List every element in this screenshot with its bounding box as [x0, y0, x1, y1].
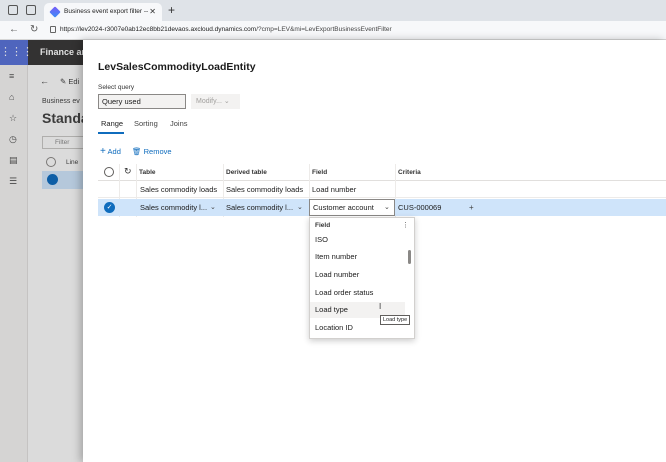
scrollbar[interactable] [408, 250, 411, 264]
tab-title: Business event export filter -- Fin [64, 8, 148, 15]
browser-tabbar: Business event export filter -- Fin ✕ + [0, 0, 666, 21]
browser-tab[interactable]: Business event export filter -- Fin ✕ [44, 3, 162, 21]
add-label: Add [107, 147, 121, 156]
modify-button[interactable]: Modify... ⌄ [191, 94, 240, 109]
select-query-label: Select query [98, 84, 135, 91]
tab-range[interactable]: Range [101, 119, 123, 128]
cell-criteria[interactable]: CUS-000069 [398, 203, 441, 212]
more-options-icon[interactable]: ⋮ [402, 221, 409, 229]
list-item[interactable]: ISO [310, 232, 405, 248]
cell-derived[interactable]: Sales commodity l... [226, 203, 293, 212]
cell-derived[interactable]: Sales commodity loads [226, 185, 303, 194]
modify-label: Modify... [196, 98, 222, 105]
flyout-header: Field [315, 222, 331, 229]
col-derived-header[interactable]: Derived table [226, 169, 267, 176]
modal-overlay [0, 40, 88, 462]
add-criteria-icon[interactable]: + [469, 203, 474, 212]
field-dropdown[interactable]: Customer account ⌄ [309, 199, 395, 216]
chevron-down-icon[interactable]: ⌄ [297, 203, 303, 211]
list-item[interactable]: Load number [310, 267, 405, 283]
list-item[interactable]: Load order status [310, 285, 405, 301]
grid-header: ↻ Table Derived table Field Criteria [98, 164, 666, 181]
browser-menu-icon[interactable] [8, 5, 18, 15]
panel-title: LevSalesCommodityLoadEntity [98, 61, 256, 73]
tab-sorting[interactable]: Sorting [134, 119, 158, 128]
col-criteria-header[interactable]: Criteria [398, 169, 421, 176]
tab-close-icon[interactable]: ✕ [149, 7, 156, 16]
list-item[interactable]: Item number [310, 249, 405, 265]
chevron-down-icon[interactable]: ⌄ [384, 203, 390, 211]
col-table-header[interactable]: Table [139, 169, 156, 176]
table-row[interactable]: Sales commodity loads Sales commodity lo… [98, 181, 666, 198]
lock-icon [50, 26, 56, 33]
field-value: Customer account [313, 203, 374, 212]
chevron-down-icon: ⌄ [223, 98, 230, 105]
col-field-header[interactable]: Field [312, 169, 327, 176]
refresh-icon[interactable]: ↻ [30, 24, 38, 35]
address-bar: ← ↻ https://lev2024-r3007e0ab12ec8bb21de… [0, 21, 666, 40]
url-host: https://lev2024-r3007e0ab12ec8bb21devaos… [60, 26, 257, 33]
table-row-selected[interactable]: ✓ Sales commodity l... ⌄ Sales commodity… [98, 199, 666, 216]
cell-table[interactable]: Sales commodity l... [140, 203, 207, 212]
chevron-down-icon[interactable]: ⌄ [210, 203, 216, 211]
remove-label: Remove [143, 147, 172, 156]
tab-joins[interactable]: Joins [170, 119, 188, 128]
row-check-icon[interactable]: ✓ [104, 202, 115, 213]
trash-icon: 🗑 [132, 147, 142, 156]
refresh-icon[interactable]: ↻ [124, 166, 132, 177]
url-path: /?cmp=LEV&mi=LevExportBusinessEventFilte… [256, 26, 392, 33]
add-button[interactable]: + Add [100, 146, 121, 157]
tab-actions-icon[interactable] [26, 5, 36, 15]
cell-field[interactable]: Load number [312, 185, 356, 194]
tooltip: Load type [380, 315, 411, 325]
cell-table[interactable]: Sales commodity loads [140, 185, 217, 194]
url-field[interactable]: https://lev2024-r3007e0ab12ec8bb21devaos… [60, 26, 392, 33]
dynamics-favicon-icon [49, 6, 61, 18]
plus-icon: + [100, 146, 106, 157]
active-tab-indicator [98, 132, 124, 134]
text-cursor-icon: I [379, 302, 382, 311]
new-tab-button[interactable]: + [168, 3, 175, 17]
query-select[interactable]: Query used [98, 94, 186, 109]
remove-button[interactable]: 🗑 Remove [132, 147, 172, 156]
select-all-radio[interactable] [104, 167, 114, 177]
back-arrow-icon[interactable]: ← [9, 24, 19, 35]
